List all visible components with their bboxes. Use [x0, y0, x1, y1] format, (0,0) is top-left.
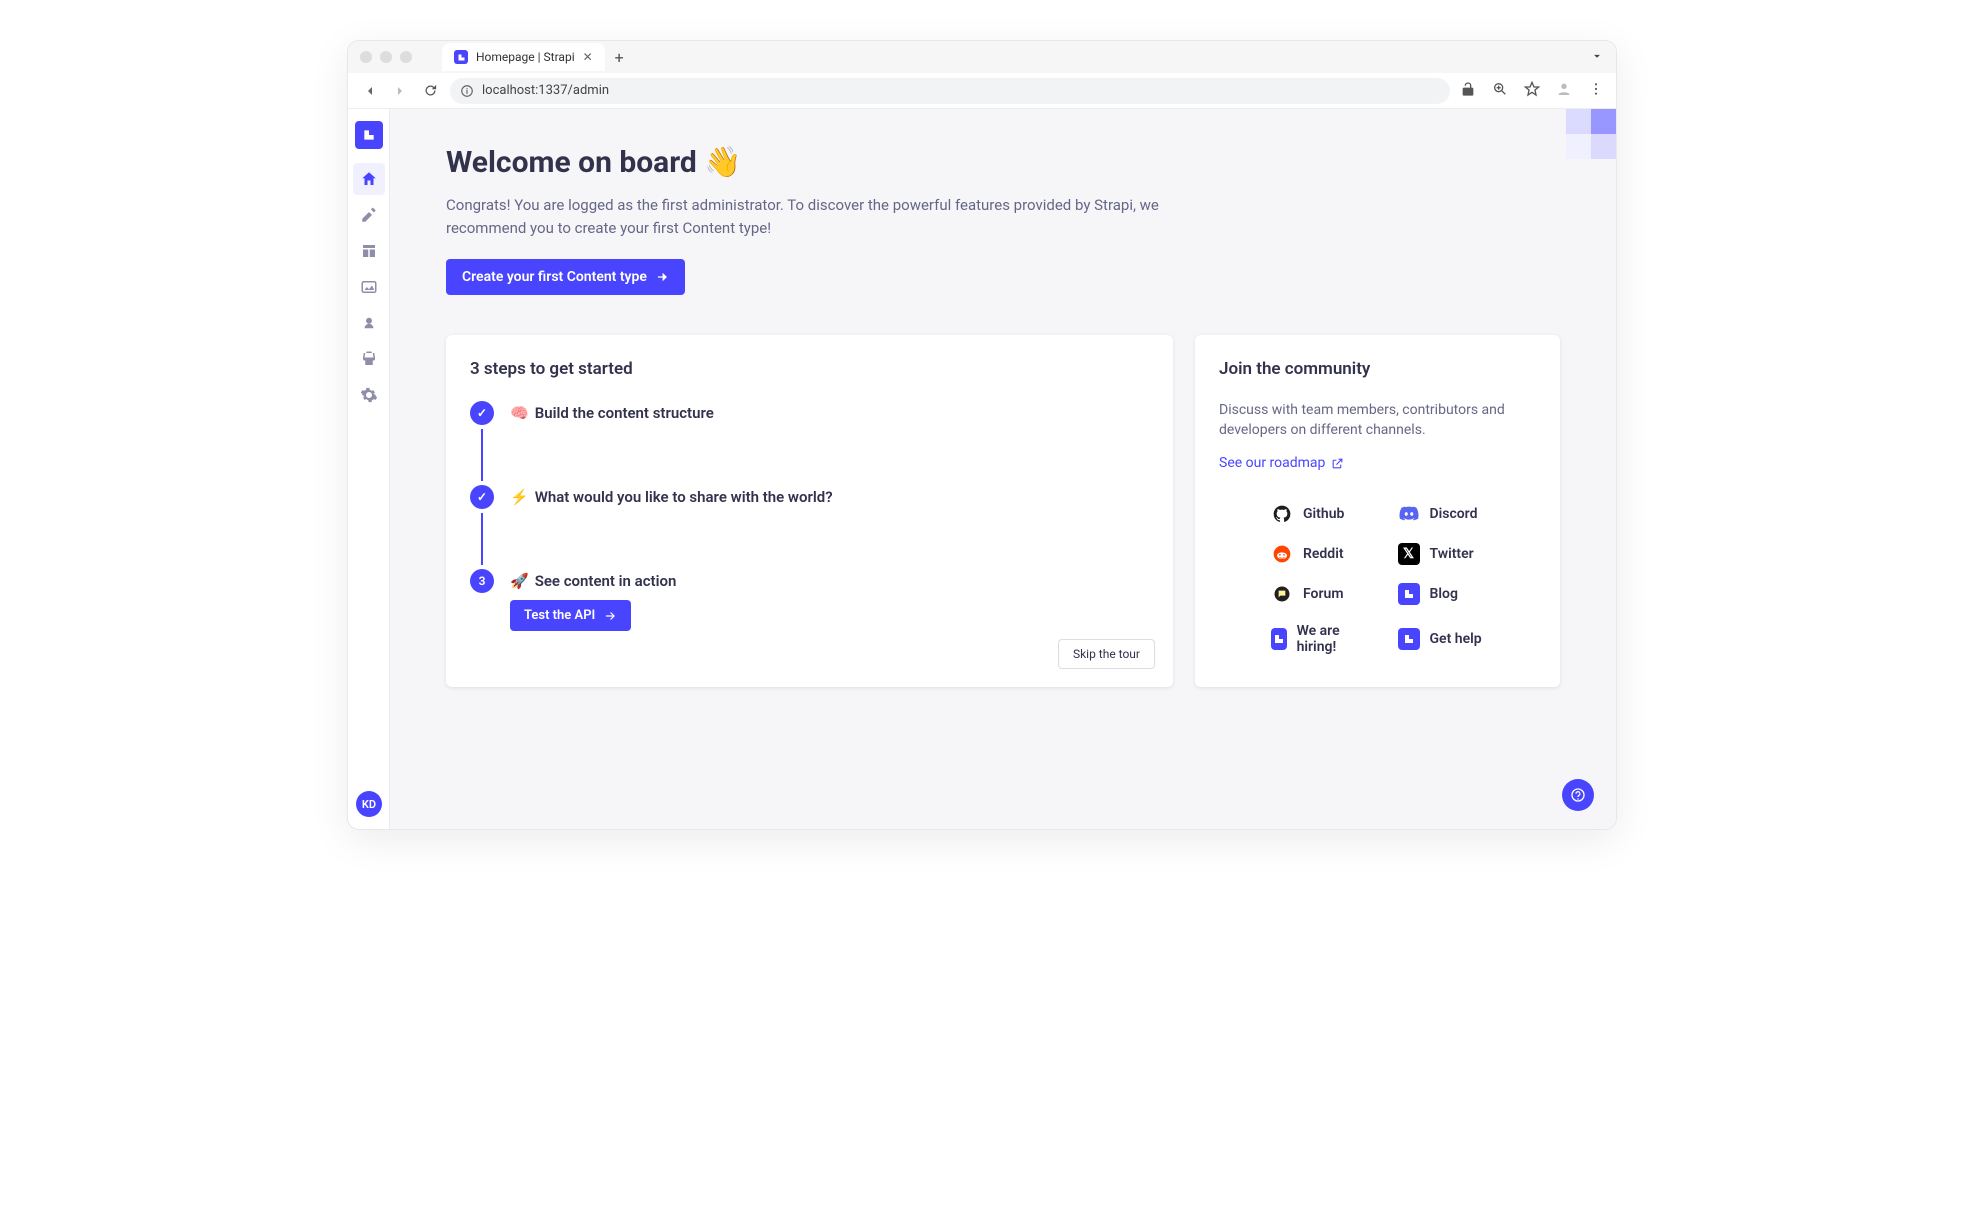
hiring-icon — [1271, 628, 1287, 650]
skip-tour-button[interactable]: Skip the tour — [1058, 639, 1155, 669]
community-heading: Join the community — [1219, 359, 1536, 379]
traffic-lights[interactable] — [360, 51, 412, 63]
page-subtitle: Congrats! You are logged as the first ad… — [446, 194, 1166, 239]
profile-icon[interactable] — [1556, 81, 1572, 101]
sidebar-item-content[interactable] — [353, 199, 385, 231]
tab-title: Homepage | Strapi — [476, 50, 575, 64]
step-connector — [481, 513, 483, 565]
help-fab-button[interactable] — [1562, 779, 1594, 811]
create-content-type-button[interactable]: Create your first Content type — [446, 259, 685, 295]
zoom-icon[interactable] — [1492, 81, 1508, 101]
url-bar: localhost:1337/admin — [348, 73, 1616, 109]
blog-icon — [1398, 583, 1420, 605]
discord-icon — [1398, 503, 1420, 525]
url-text: localhost:1337/admin — [482, 83, 609, 98]
external-link-icon — [1331, 457, 1344, 470]
arrow-right-icon — [655, 270, 669, 284]
close-icon[interactable]: ✕ — [583, 50, 593, 64]
step-2: ✓ ⚡What would you like to share with the… — [470, 485, 1149, 509]
community-link-hiring[interactable]: We are hiring! — [1271, 623, 1358, 655]
step-number-badge: 3 — [470, 569, 494, 593]
roadmap-link[interactable]: See our roadmap — [1219, 455, 1344, 471]
url-field[interactable]: localhost:1337/admin — [450, 78, 1450, 104]
sidebar-item-media[interactable] — [353, 271, 385, 303]
community-link-github[interactable]: Github — [1271, 503, 1358, 525]
reddit-icon — [1271, 543, 1293, 565]
bookmark-icon[interactable] — [1524, 81, 1540, 101]
test-api-button[interactable]: Test the API — [510, 600, 631, 631]
community-link-help[interactable]: Get help — [1398, 623, 1485, 655]
forum-icon — [1271, 583, 1293, 605]
help-icon — [1398, 628, 1420, 650]
menu-icon[interactable] — [1588, 81, 1604, 101]
question-icon — [1570, 787, 1586, 803]
browser-tab[interactable]: Homepage | Strapi ✕ — [442, 43, 605, 71]
strapi-logo-icon[interactable] — [355, 121, 383, 149]
community-link-discord[interactable]: Discord — [1398, 503, 1485, 525]
sidebar-item-marketplace[interactable] — [353, 343, 385, 375]
check-icon: ✓ — [470, 485, 494, 509]
sidebar-item-releases[interactable] — [353, 307, 385, 339]
x-icon: 𝕏 — [1398, 543, 1420, 565]
new-tab-button[interactable]: + — [615, 48, 624, 67]
community-link-forum[interactable]: Forum — [1271, 583, 1358, 605]
onboarding-card: 3 steps to get started ✓ 🧠Build the cont… — [446, 335, 1173, 687]
check-icon: ✓ — [470, 401, 494, 425]
nav-back-icon[interactable] — [360, 83, 380, 99]
reload-icon[interactable] — [420, 83, 440, 98]
steps-heading: 3 steps to get started — [470, 359, 1149, 379]
info-icon — [460, 84, 474, 98]
sidebar-item-builder[interactable] — [353, 235, 385, 267]
user-avatar[interactable]: KD — [356, 791, 382, 817]
step-3: 3 🚀See content in action Test the API — [470, 569, 1149, 631]
main-content: Welcome on board 👋 Congrats! You are log… — [390, 109, 1616, 829]
community-link-reddit[interactable]: Reddit — [1271, 543, 1358, 565]
github-icon — [1271, 503, 1293, 525]
favicon-icon — [454, 50, 468, 64]
arrow-right-icon — [603, 609, 617, 623]
titlebar: Homepage | Strapi ✕ + — [348, 41, 1616, 73]
community-link-blog[interactable]: Blog — [1398, 583, 1485, 605]
community-card: Join the community Discuss with team mem… — [1195, 335, 1560, 687]
tabs-dropdown-icon[interactable] — [1590, 48, 1604, 67]
browser-window: Homepage | Strapi ✕ + localhost:1337/adm… — [347, 40, 1617, 830]
sidebar-item-settings[interactable] — [353, 379, 385, 411]
corner-decoration-icon — [1496, 109, 1616, 189]
sidebar-item-home[interactable] — [353, 163, 385, 195]
app: KD Welcome on board 👋 Congrats! You are … — [348, 109, 1616, 829]
community-link-twitter[interactable]: 𝕏 Twitter — [1398, 543, 1485, 565]
step-connector — [481, 429, 483, 481]
password-icon[interactable] — [1460, 81, 1476, 101]
sidebar — [348, 109, 390, 829]
community-desc: Discuss with team members, contributors … — [1219, 401, 1536, 440]
page-title: Welcome on board 👋 — [446, 145, 1560, 180]
nav-forward-icon[interactable] — [390, 83, 410, 99]
step-1: ✓ 🧠Build the content structure — [470, 401, 1149, 425]
